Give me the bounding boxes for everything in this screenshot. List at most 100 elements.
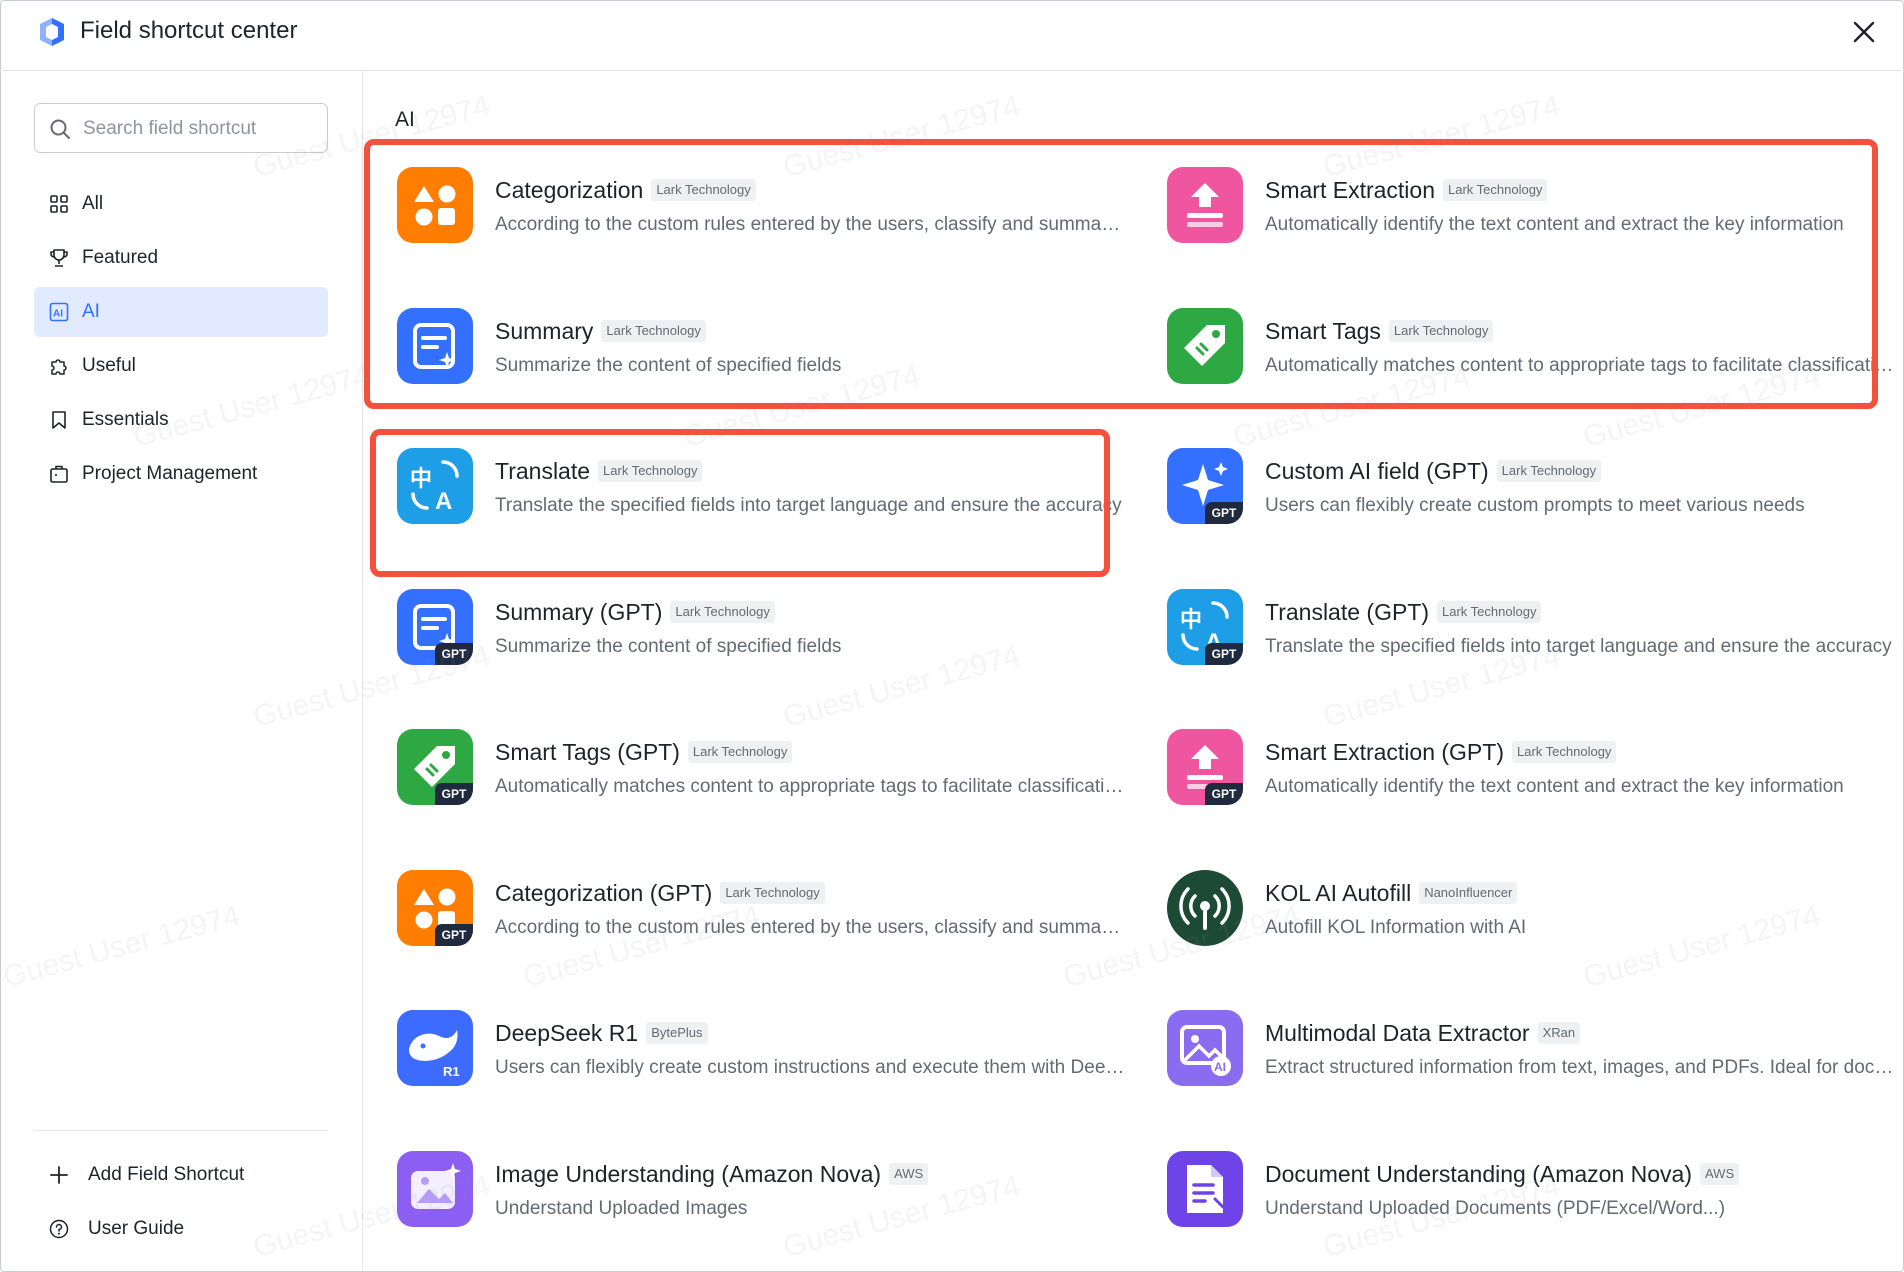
bookmark-icon xyxy=(48,409,70,431)
shortcut-card[interactable]: GPT Custom AI field (GPT) Lark Technology U… xyxy=(1167,448,1904,568)
categorization-icon: GPT xyxy=(397,869,473,946)
provider-tag: Lark Technology xyxy=(651,179,756,201)
sidebar-item-project-management[interactable]: Project Management xyxy=(34,449,328,499)
shortcut-card[interactable]: Smart Extraction Lark Technology Automatic… xyxy=(1167,167,1904,287)
summary-icon xyxy=(397,307,473,384)
gpt-badge: GPT xyxy=(435,783,473,805)
extraction-icon xyxy=(1167,167,1243,243)
provider-tag: AWS xyxy=(1699,1162,1740,1185)
provider-tag: BytePlus xyxy=(646,1022,708,1044)
sidebar-item-featured[interactable]: Featured xyxy=(34,233,328,283)
card-title: Categorization (GPT) xyxy=(495,879,713,906)
svg-text:中: 中 xyxy=(410,467,432,492)
user-guide-link[interactable]: User Guide xyxy=(48,1214,184,1244)
card-title: KOL AI Autofill xyxy=(1265,879,1412,906)
card-title: Image Understanding (Amazon Nova) xyxy=(495,1160,882,1187)
card-title-row: Smart Tags Lark Technology xyxy=(1265,316,1494,346)
provider-tag: XRan xyxy=(1537,1022,1581,1044)
ai-icon: AI xyxy=(48,301,70,323)
card-description: Extract structured information from text… xyxy=(1265,1057,1895,1078)
shortcut-card[interactable]: 中 A Translate Lark Technology Translate the … xyxy=(397,448,1137,568)
sidebar-item-label: Useful xyxy=(82,355,136,376)
card-title: Custom AI field (GPT) xyxy=(1265,458,1489,484)
card-description: Translate the specified fields into targ… xyxy=(1265,635,1892,657)
shortcut-card[interactable]: KOL AI Autofill NanoInfluencer Autofill KO… xyxy=(1167,869,1904,990)
card-description: According to the custom rules entered by… xyxy=(495,916,1125,938)
image-sparkle-icon xyxy=(397,1150,473,1227)
card-title-row: DeepSeek R1 BytePlus xyxy=(495,1018,708,1048)
translate-icon: 中AGPT xyxy=(1167,588,1243,665)
shortcut-card[interactable]: GPT Categorization (GPT) Lark Technology Ac… xyxy=(397,869,1137,990)
sidebar-item-all[interactable]: All xyxy=(34,179,328,229)
card-description: Understand Uploaded Documents (PDF/Excel… xyxy=(1265,1197,1726,1219)
card-title: Smart Tags xyxy=(1265,317,1381,344)
svg-text:R1: R1 xyxy=(443,1064,460,1079)
card-title: Translate (GPT) xyxy=(1265,598,1430,625)
card-title-row: Categorization Lark Technology xyxy=(495,175,756,205)
shortcut-card[interactable]: GPT Smart Tags (GPT) Lark Technology Automa… xyxy=(397,729,1137,849)
briefcase-icon xyxy=(48,463,70,485)
card-title: DeepSeek R1 xyxy=(495,1020,639,1046)
card-description: Users can flexibly create custom instruc… xyxy=(495,1057,1125,1078)
card-title-row: Categorization (GPT) Lark Technology xyxy=(495,878,825,908)
sidebar-item-useful[interactable]: Useful xyxy=(34,341,328,391)
add-field-shortcut-button[interactable]: Add Field Shortcut xyxy=(48,1160,244,1190)
search-box[interactable] xyxy=(34,103,328,153)
sidebar-divider xyxy=(34,1130,328,1131)
card-title: Multimodal Data Extractor xyxy=(1265,1020,1530,1046)
shortcut-card[interactable]: Categorization Lark Technology According t… xyxy=(397,167,1137,287)
shortcut-card[interactable]: Document Understanding (Amazon Nova) AWS U… xyxy=(1167,1150,1904,1271)
svg-text:中: 中 xyxy=(1180,608,1202,633)
broadcast-icon xyxy=(1167,869,1243,946)
svg-text:AI: AI xyxy=(53,309,63,320)
svg-text:AI: AI xyxy=(1214,1060,1226,1074)
tag-icon xyxy=(1167,307,1243,384)
shortcut-card[interactable]: Image Understanding (Amazon Nova) AWS Unde… xyxy=(397,1150,1137,1271)
add-field-shortcut-label: Add Field Shortcut xyxy=(88,1164,245,1185)
card-description: Summarize the content of specified field… xyxy=(495,635,842,657)
provider-tag: NanoInfluencer xyxy=(1419,881,1518,904)
dialog-header: Field shortcut center xyxy=(0,0,1904,71)
sidebar-item-essentials[interactable]: Essentials xyxy=(34,395,328,445)
card-description: According to the custom rules entered by… xyxy=(495,214,1125,235)
search-icon xyxy=(50,119,70,139)
shortcut-card[interactable]: 中AGPTTranslate (GPT)Lark TechnologyTrans… xyxy=(1167,588,1904,709)
card-description: Automatically matches content to appropr… xyxy=(1265,354,1895,376)
card-description: Understand Uploaded Images xyxy=(495,1197,748,1219)
shortcut-card[interactable]: GPT Summary (GPT) Lark Technology Summarize… xyxy=(397,588,1137,709)
card-title-row: Document Understanding (Amazon Nova) AWS xyxy=(1265,1159,1740,1189)
search-input[interactable] xyxy=(81,112,315,146)
card-description: Automatically identify the text content … xyxy=(1265,776,1844,797)
image-ai-icon: AI xyxy=(1167,1010,1243,1086)
sidebar-item-label: All xyxy=(82,193,104,214)
provider-tag: Lark Technology xyxy=(720,881,825,904)
card-description: Summarize the content of specified field… xyxy=(495,354,842,376)
sidebar-item-label: Featured xyxy=(82,247,159,268)
sidebar-item-ai[interactable]: AI AI xyxy=(34,287,328,337)
plus-icon xyxy=(48,1164,70,1186)
card-title-row: Summary Lark Technology xyxy=(495,316,706,346)
provider-tag: Lark Technology xyxy=(1496,460,1602,482)
gpt-badge: GPT xyxy=(435,642,473,665)
card-title-row: Smart Extraction (GPT) Lark Technology xyxy=(1265,737,1617,767)
card-description: Translate the specified fields into targ… xyxy=(495,495,1122,516)
user-guide-label: User Guide xyxy=(88,1218,185,1239)
shortcut-card[interactable]: Summary Lark Technology Summarize the cont… xyxy=(397,307,1137,428)
app-logo-icon xyxy=(40,18,64,46)
shortcut-card[interactable]: Smart Tags Lark Technology Automatically m… xyxy=(1167,307,1904,428)
shortcut-card[interactable]: GPT Smart Extraction (GPT) Lark Technology… xyxy=(1167,729,1904,849)
help-circle-icon xyxy=(48,1218,70,1240)
sidebar-item-label: Essentials xyxy=(82,409,169,430)
card-title: Translate xyxy=(495,458,591,484)
card-title: Document Understanding (Amazon Nova) xyxy=(1265,1160,1692,1187)
gpt-badge: GPT xyxy=(435,923,473,946)
shortcut-card[interactable]: AI Multimodal Data Extractor XRan Extract s… xyxy=(1167,1010,1904,1130)
card-title-row: Smart Tags (GPT) Lark Technology xyxy=(495,737,793,767)
close-icon[interactable] xyxy=(1846,14,1882,50)
card-title-row: Translate (GPT) Lark Technology xyxy=(1265,597,1542,627)
categorization-icon xyxy=(397,167,473,243)
shortcut-card[interactable]: R1 DeepSeek R1 BytePlus Users can flexibly … xyxy=(397,1010,1137,1130)
card-title-row: Multimodal Data Extractor XRan xyxy=(1265,1018,1581,1048)
tag-icon: GPT xyxy=(397,729,473,805)
card-title-row: Summary (GPT) Lark Technology xyxy=(495,597,775,627)
